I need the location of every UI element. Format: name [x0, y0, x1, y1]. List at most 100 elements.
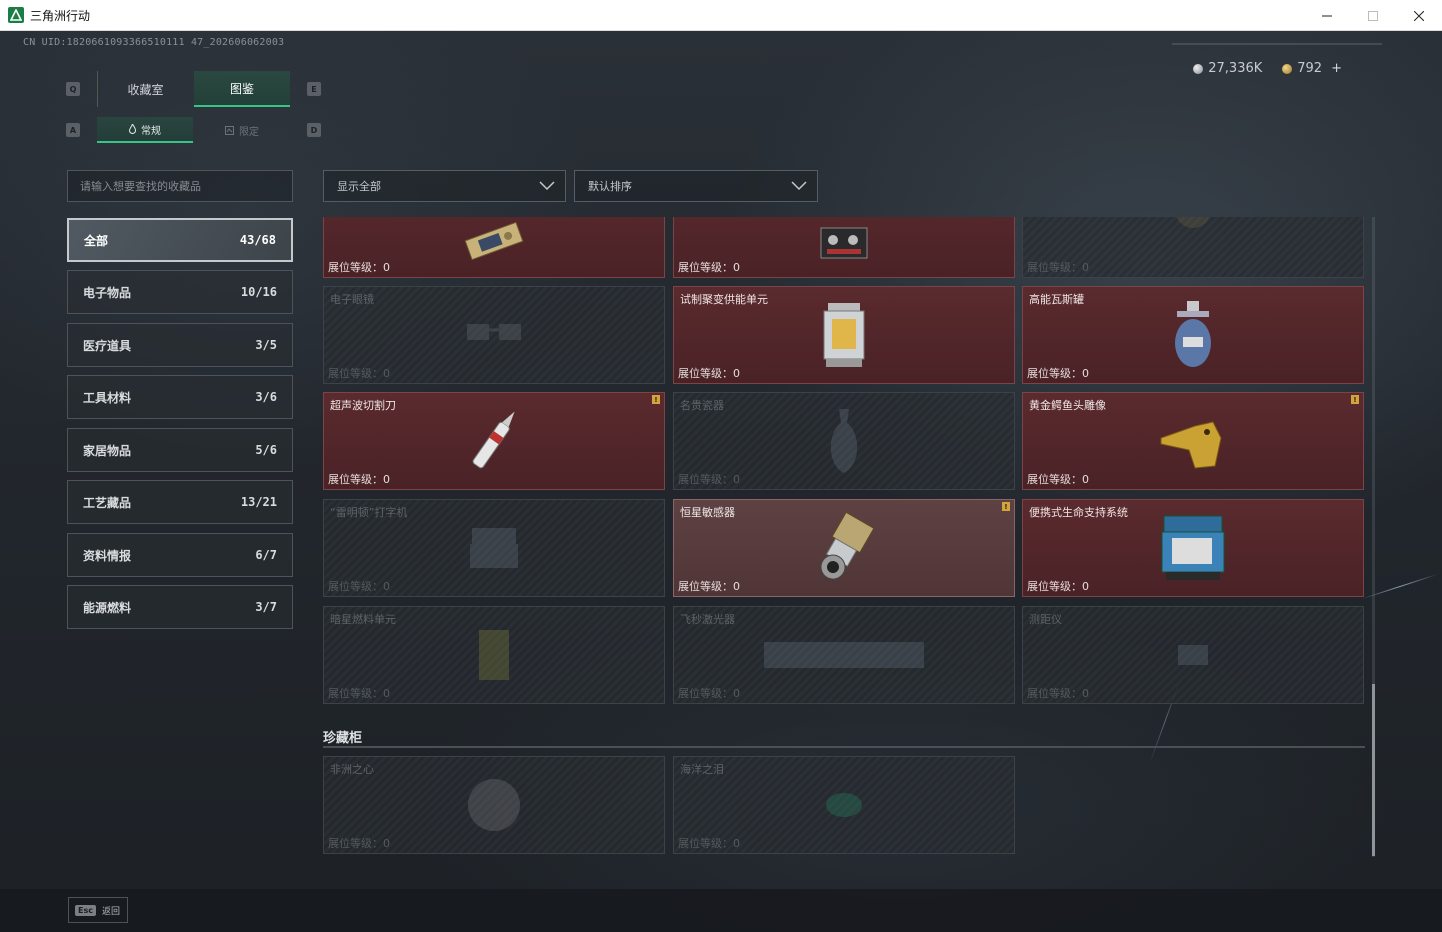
window-title: 三角洲行动 — [30, 8, 91, 23]
search-box[interactable] — [67, 170, 293, 202]
section-divider — [323, 746, 1365, 748]
item-card[interactable]: 超声波切割刀 ! 展位等级：0 — [323, 392, 665, 490]
gas-canister-icon — [1175, 301, 1211, 367]
category-count: 43/68 — [239, 233, 276, 247]
sort-dropdown-value: 默认排序 — [588, 180, 632, 193]
category-count: 5/6 — [255, 443, 277, 457]
category-household[interactable]: 家居物品 5/6 — [67, 428, 293, 472]
tab-catalog[interactable]: 图鉴 — [194, 71, 290, 107]
display-level: 展位等级：0 — [678, 580, 740, 593]
filter-dropdown-value: 显示全部 — [337, 180, 381, 193]
player-uid: CN UID:1820661093366510111 47_2026060620… — [23, 37, 285, 48]
category-medical[interactable]: 医疗道具 3/5 — [67, 323, 293, 367]
filter-dropdown[interactable]: 显示全部 — [323, 170, 566, 202]
item-card[interactable]: 展位等级：0 — [323, 217, 665, 278]
item-card[interactable]: 暗星燃料单元 展位等级：0 — [323, 606, 665, 704]
item-card[interactable]: 试制聚变供能单元 展位等级：0 — [673, 286, 1015, 384]
key-hint-a: A — [66, 123, 80, 137]
rangefinder-icon — [1178, 645, 1208, 665]
header-divider — [1172, 43, 1382, 45]
category-label: 工艺藏品 — [83, 495, 132, 510]
item-card[interactable]: 测距仪 展位等级：0 — [1022, 606, 1364, 704]
item-card[interactable]: 电子眼镜 展位等级：0 — [323, 286, 665, 384]
close-button[interactable] — [1396, 0, 1442, 31]
display-level: 展位等级：0 — [328, 687, 390, 700]
app-logo-icon — [8, 7, 24, 23]
item-name: 黄金鳄鱼头雕像 — [1029, 399, 1106, 412]
back-button[interactable]: Esc 返回 — [68, 897, 128, 923]
tab-collection-room[interactable]: 收藏室 — [97, 71, 193, 107]
item-name: 非洲之心 — [330, 763, 374, 776]
category-fuel[interactable]: 能源燃料 3/7 — [67, 585, 293, 629]
ultrasonic-knife-icon — [472, 411, 515, 469]
cabinet-card[interactable]: 海洋之泪 展位等级：0 — [673, 756, 1015, 854]
display-level: 展位等级：0 — [1027, 367, 1089, 380]
category-label: 电子物品 — [83, 285, 132, 300]
category-all[interactable]: 全部 43/68 — [67, 218, 293, 262]
tab-limited[interactable]: 限定 — [194, 117, 290, 143]
gold-amount: 792 — [1297, 61, 1323, 76]
gold-currency: 792 + — [1282, 61, 1342, 76]
item-name: 飞秒激光器 — [680, 613, 735, 626]
gold-coin-icon — [1282, 63, 1293, 74]
item-card[interactable]: 飞秒激光器 展位等级：0 — [673, 606, 1015, 704]
display-level: 展位等级：0 — [328, 261, 390, 274]
display-level: 展位等级：0 — [1027, 687, 1089, 700]
flame-icon — [129, 124, 136, 134]
category-crafts[interactable]: 工艺藏品 13/21 — [67, 480, 293, 524]
category-tools[interactable]: 工具材料 3/6 — [67, 375, 293, 419]
category-label: 能源燃料 — [83, 600, 132, 615]
tab-regular[interactable]: 常规 — [97, 117, 193, 143]
new-badge-icon: ! — [652, 395, 660, 404]
item-card[interactable]: 高能瓦斯罐 展位等级：0 — [1022, 286, 1364, 384]
medal-icon — [1176, 217, 1210, 228]
item-card[interactable]: “雷明顿”打字机 展位等级：0 — [323, 499, 665, 597]
item-card[interactable]: 展位等级：0 — [673, 217, 1015, 278]
category-count: 3/5 — [255, 338, 277, 352]
gem-icon — [826, 793, 862, 817]
item-card[interactable]: 黄金鳄鱼头雕像 ! 展位等级：0 — [1022, 392, 1364, 490]
category-label: 医疗道具 — [83, 338, 132, 353]
maximize-button[interactable] — [1350, 0, 1396, 31]
search-input[interactable] — [80, 179, 292, 193]
currency-bar: 27,336K 792 + — [1193, 61, 1342, 76]
category-label: 全部 — [84, 233, 109, 248]
item-card[interactable]: 展位等级：0 — [1022, 217, 1364, 278]
radio-device-icon — [820, 227, 868, 259]
star-sensor-icon — [820, 511, 875, 580]
display-level: 展位等级：0 — [1027, 261, 1089, 274]
vase-icon — [830, 409, 858, 473]
key-hint-q: Q — [66, 82, 80, 96]
item-name: 便携式生命支持系统 — [1029, 506, 1128, 519]
category-electronics[interactable]: 电子物品 10/16 — [67, 270, 293, 314]
minimize-button[interactable] — [1304, 0, 1350, 31]
glasses-icon — [467, 324, 521, 340]
display-level: 展位等级：0 — [678, 687, 740, 700]
silver-amount: 27,336K — [1208, 61, 1263, 76]
section-title: 珍藏柜 — [323, 731, 363, 746]
silver-currency: 27,336K — [1193, 61, 1262, 76]
item-card[interactable]: 恒星敏感器 ! 展位等级：0 — [673, 499, 1015, 597]
new-badge-icon: ! — [1351, 395, 1359, 404]
tab-regular-label: 常规 — [141, 125, 161, 137]
display-level: 展位等级：0 — [1027, 473, 1089, 486]
item-card[interactable]: 便携式生命支持系统 展位等级：0 — [1022, 499, 1364, 597]
maximize-icon — [1368, 10, 1378, 21]
item-name: 试制聚变供能单元 — [680, 293, 768, 306]
fuel-cell-icon — [479, 630, 509, 680]
circuit-board-icon — [464, 221, 524, 260]
category-intel[interactable]: 资料情报 6/7 — [67, 533, 293, 577]
typewriter-icon — [470, 528, 518, 568]
scrollbar-thumb[interactable] — [1372, 684, 1375, 856]
add-currency-button[interactable]: + — [1331, 61, 1342, 76]
item-name: “雷明顿”打字机 — [330, 506, 408, 519]
tab-limited-label: 限定 — [239, 126, 259, 138]
sort-dropdown[interactable]: 默认排序 — [574, 170, 818, 202]
minimize-icon — [1322, 15, 1332, 16]
item-name: 名贵瓷器 — [680, 399, 724, 412]
item-card[interactable]: 名贵瓷器 展位等级：0 — [673, 392, 1015, 490]
display-level: 展位等级：0 — [678, 261, 740, 274]
cabinet-card[interactable]: 非洲之心 展位等级：0 — [323, 756, 665, 854]
item-name: 海洋之泪 — [680, 763, 724, 776]
display-level: 展位等级：0 — [328, 580, 390, 593]
